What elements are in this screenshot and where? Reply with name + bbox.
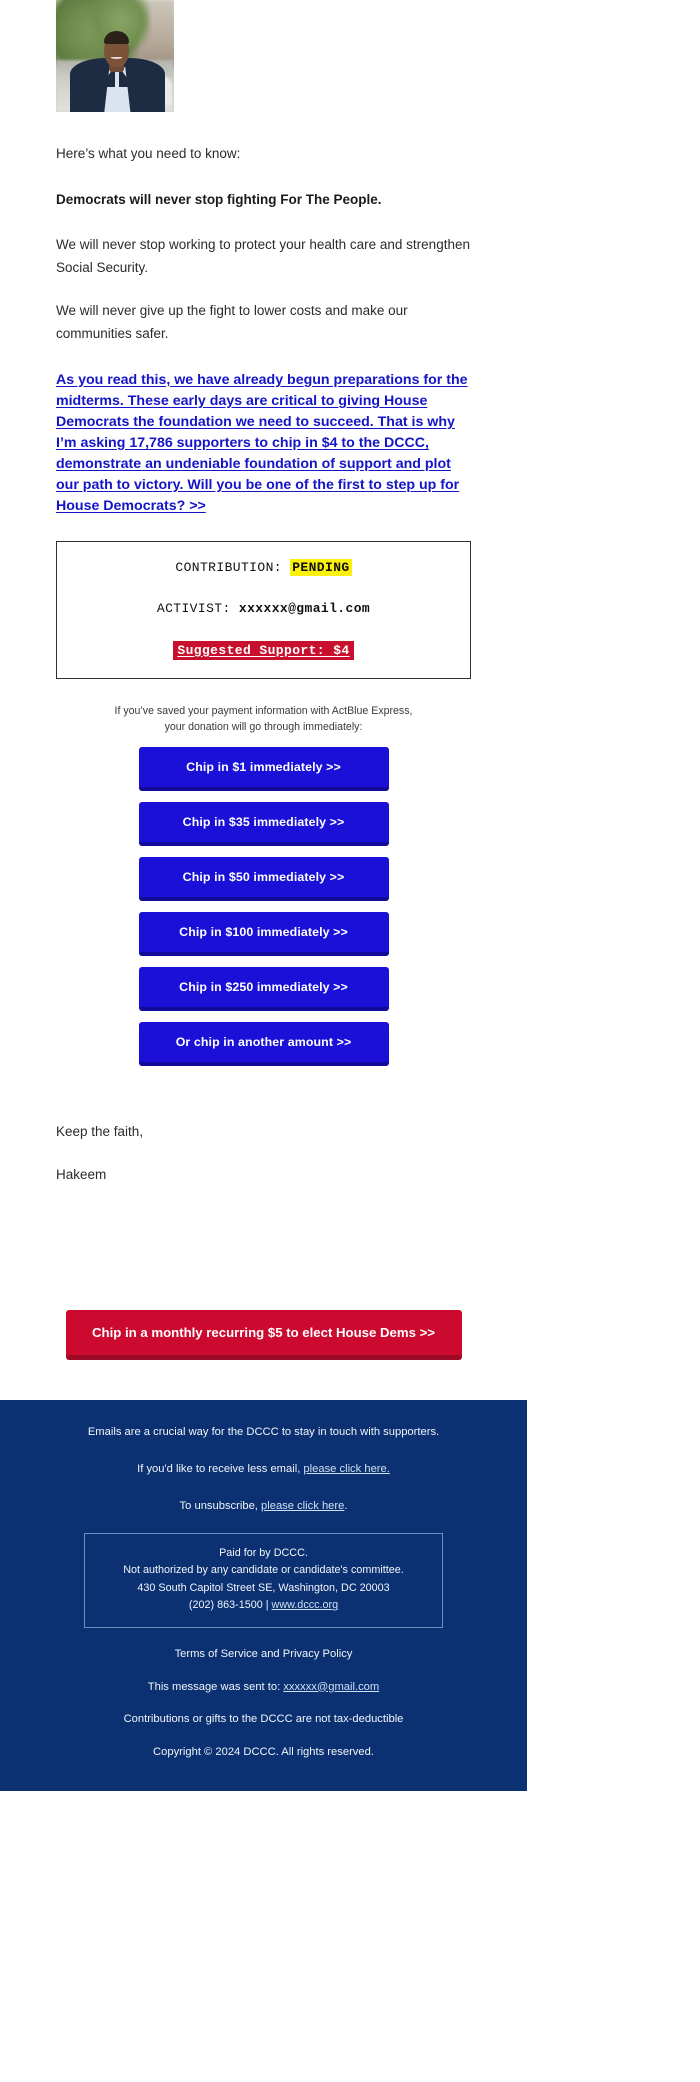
phone-number: (202) 863-1500 | xyxy=(188,1599,269,1612)
paid-for-by-disclaimer-box: Paid for by DCCC. Not authorized by any … xyxy=(84,1532,443,1628)
monthly-recurring-button[interactable]: Chip in a monthly recurring $5 to elect … xyxy=(65,1310,462,1361)
actblue-note-line-2: your donation will go through immediatel… xyxy=(164,720,363,733)
tax-deductible-line: Contributions or gifts to the DCCC are n… xyxy=(123,1713,404,1726)
activist-row: ACTIVIST: xxxxxx@gmail.com xyxy=(67,599,460,619)
copyright-line: Copyright © 2024 DCCC. All rights reserv… xyxy=(153,1746,374,1759)
chip-in-1-button[interactable]: Chip in $1 immediately >> xyxy=(138,746,389,791)
contribution-status-box: CONTRIBUTION: PENDING ACTIVIST: xxxxxx@g… xyxy=(56,540,471,679)
contribution-label: CONTRIBUTION: xyxy=(175,559,282,575)
signoff-block: Keep the faith, Hakeem xyxy=(0,1120,527,1186)
footer-less-email-row: If you'd like to receive less email, ple… xyxy=(30,1461,497,1478)
midterms-ask-link[interactable]: As you read this, we have already begun … xyxy=(56,370,471,517)
sent-to-row: This message was sent to: xxxxxx@gmail.c… xyxy=(30,1679,497,1696)
paragraph-health-care: We will never stop working to protect yo… xyxy=(56,236,470,276)
actblue-express-note: If you’ve saved your payment information… xyxy=(0,703,527,735)
footer-intro-line: Emails are a crucial way for the DCCC to… xyxy=(87,1426,440,1439)
unsubscribe-suffix: . xyxy=(344,1500,348,1513)
sent-to-prefix: This message was sent to: xyxy=(147,1680,284,1693)
signoff-name: Hakeem xyxy=(56,1167,107,1183)
suggested-support-link[interactable]: Suggested Support: $4 xyxy=(173,640,354,660)
paragraph-lower-costs: We will never give up the fight to lower… xyxy=(56,303,408,342)
unsubscribe-link[interactable]: please click here xyxy=(261,1500,344,1512)
email-body-copy: Here’s what you need to know: Democrats … xyxy=(0,142,527,517)
actblue-note-line-1: If you’ve saved your payment information… xyxy=(114,704,413,717)
donation-button-list: Chip in $1 immediately >> Chip in $35 im… xyxy=(0,746,527,1066)
chip-in-other-amount-button[interactable]: Or chip in another amount >> xyxy=(138,1021,389,1066)
signoff-closing: Keep the faith, xyxy=(56,1123,144,1139)
phone-website-row: (202) 863-1500 | www.dccc.org xyxy=(99,1597,428,1614)
chip-in-50-button[interactable]: Chip in $50 immediately >> xyxy=(138,856,389,901)
chip-in-100-button[interactable]: Chip in $100 immediately >> xyxy=(138,911,389,956)
terms-privacy-line[interactable]: Terms of Service and Privacy Policy xyxy=(30,1646,497,1663)
not-authorized-line: Not authorized by any candidate or candi… xyxy=(123,1564,404,1577)
chip-in-250-button[interactable]: Chip in $250 immediately >> xyxy=(138,966,389,1011)
photo-hair-layer xyxy=(104,31,130,44)
email-footer: Emails are a crucial way for the DCCC to… xyxy=(0,1400,527,1791)
address-line: 430 South Capitol Street SE, Washington,… xyxy=(137,1581,390,1594)
activist-email-value: xxxxxx@gmail.com xyxy=(238,601,371,617)
intro-paragraph: Here’s what you need to know: xyxy=(56,146,241,161)
less-email-link[interactable]: please click here. xyxy=(303,1463,389,1475)
footer-unsubscribe-row: To unsubscribe, please click here. xyxy=(30,1498,497,1515)
activist-label: ACTIVIST: xyxy=(156,601,231,617)
hakeem-jeffries-photo xyxy=(56,0,174,112)
hero-photo-block xyxy=(0,0,527,112)
recurring-cta-block: Chip in a monthly recurring $5 to elect … xyxy=(0,1310,527,1361)
contribution-status-badge: PENDING xyxy=(290,558,352,576)
unsubscribe-prefix: To unsubscribe, xyxy=(179,1500,262,1513)
recipient-email-link[interactable]: xxxxxx@gmail.com xyxy=(283,1681,379,1693)
bold-headline: Democrats will never stop fighting For T… xyxy=(56,192,382,208)
less-email-prefix: If you'd like to receive less email, xyxy=(137,1463,304,1476)
chip-in-35-button[interactable]: Chip in $35 immediately >> xyxy=(138,801,389,846)
contribution-status-row: CONTRIBUTION: PENDING xyxy=(67,558,460,578)
dccc-website-link[interactable]: www.dccc.org xyxy=(272,1599,339,1611)
paid-for-by-line: Paid for by DCCC. xyxy=(219,1546,308,1559)
email-body: Here’s what you need to know: Democrats … xyxy=(0,0,527,1791)
